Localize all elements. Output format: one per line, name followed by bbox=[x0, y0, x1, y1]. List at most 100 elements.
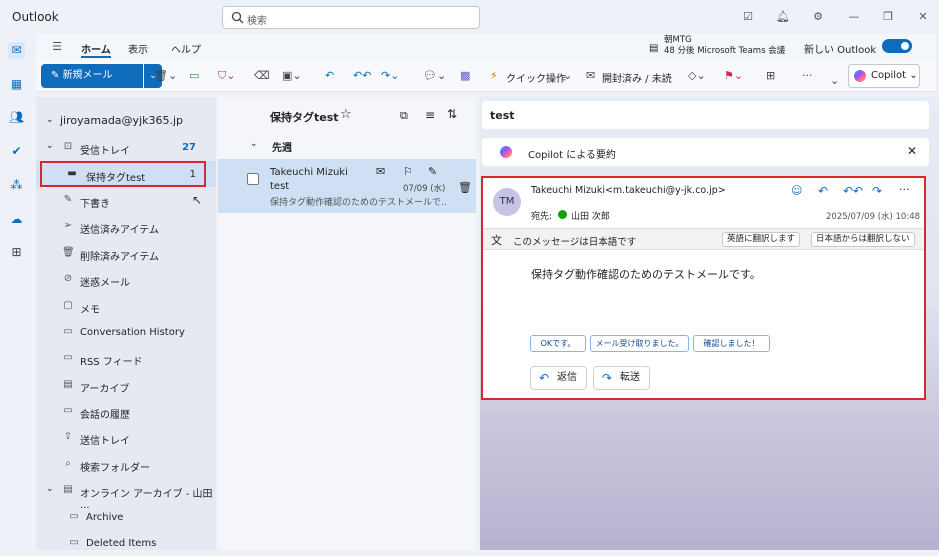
folder-conversation-history[interactable]: ▭ Conversation History bbox=[36, 319, 216, 345]
read-unread-label[interactable]: 開封済み / 未読 bbox=[602, 70, 672, 85]
account-name[interactable]: jiroyamada@yjk365.jp bbox=[60, 114, 183, 127]
folder-deleted-items-sub[interactable]: ▭ Deleted Items bbox=[36, 530, 216, 556]
folder-conversation-log[interactable]: ▭ 会話の履歴 bbox=[36, 398, 216, 424]
folder-deleted[interactable]: 🗑︎ 削除済みアイテム bbox=[36, 240, 216, 266]
archive-icon[interactable]: ▭ bbox=[189, 69, 199, 83]
tab-home[interactable]: ホーム bbox=[81, 41, 111, 58]
flag-icon[interactable]: ⚐ bbox=[403, 165, 413, 178]
chat-icon[interactable]: 💬︎⌄ bbox=[423, 69, 446, 83]
forward-icon[interactable]: ↷⌄ bbox=[381, 69, 399, 83]
people-icon[interactable]: 👥︎ bbox=[8, 109, 25, 126]
sweep-icon[interactable]: ⌫ bbox=[254, 69, 270, 83]
grid-icon[interactable]: ⊞ bbox=[766, 69, 775, 83]
folder-sent[interactable]: ➢ 送信済みアイテム bbox=[36, 213, 216, 239]
title-bar: Outlook 検索 ☑ 🔔︎ ⚙ — ❐ ✕ bbox=[0, 0, 939, 34]
org-icon[interactable]: ⁂ bbox=[8, 177, 25, 194]
restore-icon[interactable]: ❐ bbox=[881, 10, 895, 24]
select-icon[interactable]: ⧉ bbox=[400, 109, 408, 123]
mail-icon[interactable]: ✉ bbox=[8, 42, 25, 59]
message-datetime: 2025/07/09 (水) 10:48 bbox=[826, 212, 921, 222]
folder-archive[interactable]: ▤ アーカイブ bbox=[36, 372, 216, 398]
report-icon[interactable]: ⛉⌄ bbox=[218, 69, 235, 83]
teams-icon[interactable]: ▩ bbox=[460, 69, 470, 83]
sort-icon[interactable]: ⇅ bbox=[447, 107, 457, 121]
folder-search-folders[interactable]: ⌕ 検索フォルダー bbox=[36, 451, 216, 477]
sender-address[interactable]: Takeuchi Mizuki<m.takeuchi@y-jk.co.jp> bbox=[531, 185, 726, 196]
apps-icon[interactable]: ⊞ bbox=[8, 244, 25, 261]
hamburger-icon[interactable]: ☰ bbox=[50, 40, 64, 54]
folder-rss[interactable]: ▭ RSS フィード bbox=[36, 345, 216, 371]
quick-reply-confirmed[interactable]: 確認しました！ bbox=[693, 335, 770, 352]
close-icon[interactable]: ✕ bbox=[916, 10, 930, 24]
folder-outbox[interactable]: ⇪ 送信トレイ bbox=[36, 424, 216, 450]
reply-icon[interactable]: ↶ bbox=[325, 69, 334, 83]
reply-all-icon[interactable]: ↶↶ bbox=[843, 184, 863, 198]
filter-icon[interactable]: ≡ bbox=[425, 108, 435, 122]
mouse-cursor: ↖ bbox=[192, 193, 203, 207]
no-translate-button[interactable]: 日本語からは翻訳しない bbox=[811, 232, 915, 247]
quick-action-dropdown[interactable]: ⌄ bbox=[563, 69, 572, 83]
quick-action-label[interactable]: クイック操作 bbox=[506, 70, 566, 85]
folder-junk[interactable]: ⊘ 迷惑メール bbox=[36, 266, 216, 292]
avatar: TM bbox=[493, 188, 521, 216]
favorite-star-icon[interactable]: ☆ bbox=[340, 107, 352, 122]
flag-icon[interactable]: ⚑⌄ bbox=[724, 69, 743, 83]
quick-reply-ok[interactable]: OKです。 bbox=[530, 335, 586, 352]
forward-icon[interactable]: ↷ bbox=[872, 184, 882, 198]
my-day-icon[interactable]: ☑ bbox=[741, 10, 755, 24]
recipient-name[interactable]: 山田 次郎 bbox=[571, 209, 610, 222]
emoji-icon[interactable]: ☺ bbox=[791, 184, 802, 197]
trash-icon[interactable]: 🗑︎ bbox=[458, 181, 472, 194]
move-icon[interactable]: ▣⌄ bbox=[282, 69, 302, 83]
new-outlook-toggle[interactable] bbox=[882, 39, 912, 53]
reply-icon[interactable]: ↶ bbox=[818, 184, 828, 198]
folder-notes[interactable]: ▢ メモ bbox=[36, 293, 216, 319]
message-card: TM Takeuchi Mizuki<m.takeuchi@y-jk.co.jp… bbox=[481, 176, 926, 400]
forward-label: 転送 bbox=[620, 372, 640, 383]
chevron-down-icon[interactable]: ⌄ bbox=[46, 115, 54, 125]
pin-icon[interactable]: ✎ bbox=[428, 165, 437, 178]
minimize-icon[interactable]: — bbox=[847, 10, 861, 24]
folder-label: 検索フォルダー bbox=[80, 463, 150, 474]
meeting-reminder[interactable]: 朝MTG 48 分後 Microsoft Teams 会議 bbox=[664, 35, 785, 57]
copilot-summary-bar[interactable]: Copilot による要約 ✕ bbox=[482, 138, 929, 166]
delete-icon[interactable]: 🗑︎⌄ bbox=[154, 69, 177, 83]
translate-to-english-button[interactable]: 英語に翻訳します bbox=[722, 232, 801, 247]
gear-icon[interactable]: ⚙ bbox=[811, 10, 825, 24]
new-mail-button[interactable]: ✎ 新規メール bbox=[41, 64, 143, 88]
message-list: 保持タグtest ☆ ⧉ ≡ ⇅ ⌄ 先週 Takeuchi Mizuki te… bbox=[218, 97, 476, 550]
more-icon[interactable]: ··· bbox=[802, 69, 813, 83]
expand-ribbon-icon[interactable]: ⌄ bbox=[830, 74, 839, 88]
calendar-icon[interactable]: ▦ bbox=[8, 76, 25, 93]
tab-view[interactable]: 表示 bbox=[128, 41, 148, 56]
more-icon[interactable]: ··· bbox=[899, 183, 910, 196]
folder-drafts[interactable]: ✎ 下書き bbox=[36, 187, 216, 213]
chevron-down-icon[interactable]: ⌄ bbox=[250, 139, 258, 149]
reply-button[interactable]: ↶ 返信 bbox=[530, 366, 587, 390]
bell-icon[interactable]: 🔔︎ bbox=[776, 10, 790, 24]
unread-count: 27 bbox=[182, 142, 196, 153]
presence-icon bbox=[558, 210, 567, 219]
folder-archive-sub[interactable]: ▭ Archive bbox=[36, 504, 216, 530]
reply-icon: ↶ bbox=[539, 371, 550, 385]
quick-reply-received[interactable]: メール受け取りました。 bbox=[590, 335, 689, 352]
folder-online-archive[interactable]: ⌄ ▤ オンライン アーカイブ - 山田 ... bbox=[36, 477, 216, 511]
reply-all-icon[interactable]: ↶↶ bbox=[353, 69, 371, 83]
search-box[interactable]: 検索 bbox=[222, 6, 480, 29]
folder-label: 送信トレイ bbox=[80, 436, 130, 447]
checkbox[interactable] bbox=[247, 173, 259, 185]
highlight-frame bbox=[40, 161, 206, 187]
forward-button[interactable]: ↷ 転送 bbox=[593, 366, 650, 390]
close-icon[interactable]: ✕ bbox=[907, 144, 917, 158]
message-body: 保持タグ動作確認のためのテストメールです。 bbox=[531, 268, 761, 281]
quick-action-icon[interactable]: ⚡ bbox=[490, 69, 498, 83]
tag-icon[interactable]: ◇⌄ bbox=[688, 69, 706, 83]
todo-icon[interactable]: ✔ bbox=[8, 143, 25, 160]
folder-inbox[interactable]: ⌄ ⊡ 受信トレイ 27 bbox=[36, 134, 216, 160]
onedrive-icon[interactable]: ☁ bbox=[8, 211, 25, 228]
folder-label: 迷惑メール bbox=[80, 278, 130, 289]
copilot-button[interactable]: Copilot ⌄ bbox=[848, 64, 920, 88]
list-item[interactable]: Takeuchi Mizuki test 保持タグ動作確認のためのテストメールで… bbox=[218, 159, 476, 213]
tab-help[interactable]: ヘルプ bbox=[171, 41, 201, 56]
envelope-icon[interactable]: ✉ bbox=[376, 165, 385, 178]
